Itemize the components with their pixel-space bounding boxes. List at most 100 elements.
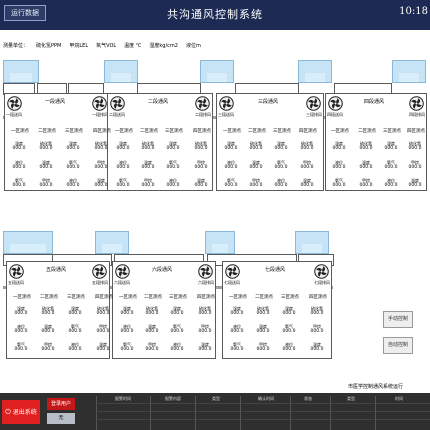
sensor-c: 液位 000.0 xyxy=(270,178,292,188)
sensor-a: 硫化氢 000.0 xyxy=(194,306,216,316)
sensor-value: 000.0 xyxy=(66,146,80,151)
sensor-a: 硫化氢 000.0 xyxy=(404,141,426,151)
supply-fan-label: 三段送风 xyxy=(218,112,234,117)
sensor-value: 000.0 xyxy=(170,311,184,316)
sensor-a: 湿度 000.0 xyxy=(162,141,184,151)
auto-control-button[interactable]: 自动控制 xyxy=(383,337,413,354)
sensor-value: 000.0 xyxy=(310,329,324,334)
sensor-value: 000.0 xyxy=(41,347,55,352)
sensor-b: 甲烷 000.0 xyxy=(90,160,112,170)
sensor-b: 氧气 000.0 xyxy=(162,160,184,170)
exhaust-fan-icon[interactable] xyxy=(195,96,210,111)
status-ticker: 市医学控制通风系统运行 xyxy=(348,384,404,390)
sensor-value: 000.0 xyxy=(198,329,212,334)
sensor-a: 硫化氢 000.0 xyxy=(35,141,57,151)
supply-fan-icon[interactable] xyxy=(9,264,24,279)
sensor-value: 000.0 xyxy=(408,165,422,170)
sensor-value: 000.0 xyxy=(120,329,134,334)
sensor-c: 液位 000.0 xyxy=(380,178,402,188)
login-user-button[interactable]: 登录用户 xyxy=(47,398,75,410)
alarm-divider xyxy=(96,403,430,404)
unit-h2s: 硫化氢PPM xyxy=(36,43,62,49)
unit-label: 测量单位： xyxy=(3,43,29,49)
exit-system-button[interactable]: ⏻ 退出系统 xyxy=(2,400,40,424)
vent-shaft xyxy=(10,244,46,253)
sensor-a: 硫化氢 000.0 xyxy=(141,306,163,316)
sensor-value: 000.0 xyxy=(170,347,184,352)
section-title: 三段通风 xyxy=(258,99,279,105)
section-title: 四段通风 xyxy=(364,99,385,105)
supply-fan-icon[interactable] xyxy=(115,264,130,279)
sensor-value: 000.0 xyxy=(96,311,110,316)
sensor-value: 000.0 xyxy=(41,311,55,316)
exhaust-fan-icon[interactable] xyxy=(306,96,321,111)
unit-o2: 氧气VOL xyxy=(96,43,117,49)
zone-header: 四区测点 xyxy=(93,129,111,134)
supply-fan-label: 四段送风 xyxy=(327,112,343,117)
sensor-value: 000.0 xyxy=(408,146,422,151)
vent-shaft xyxy=(10,73,32,82)
sensor-a: 湿度 000.0 xyxy=(220,141,242,151)
sensor-value: 000.0 xyxy=(68,329,82,334)
zone-header: 一区测点 xyxy=(119,295,137,300)
sensor-value: 000.0 xyxy=(384,146,398,151)
sensor-c: 氧气 000.0 xyxy=(226,342,248,352)
sensor-value: 000.0 xyxy=(96,329,110,334)
sensor-a: 湿度 000.0 xyxy=(116,306,138,316)
supply-fan-icon[interactable] xyxy=(110,96,125,111)
zone-header: 三区测点 xyxy=(169,295,187,300)
sensor-a: 湿度 000.0 xyxy=(8,141,30,151)
sensor-c: 甲烷 000.0 xyxy=(137,178,159,188)
sensor-value: 000.0 xyxy=(249,146,263,151)
sensor-b: 液位 000.0 xyxy=(10,324,32,334)
sensor-b: 甲烷 000.0 xyxy=(404,160,426,170)
zone-header: 四区测点 xyxy=(95,295,113,300)
unit-level: 液位m xyxy=(185,43,201,49)
supply-fan-icon[interactable] xyxy=(225,264,240,279)
sensor-b: 液位 000.0 xyxy=(116,324,138,334)
supply-fan-icon[interactable] xyxy=(328,96,343,111)
alarm-divider xyxy=(96,411,430,412)
sensor-value: 000.0 xyxy=(116,165,130,170)
sensor-value: 000.0 xyxy=(224,183,238,188)
sensor-c: 液位 000.0 xyxy=(62,178,84,188)
sensor-b: 甲烷 000.0 xyxy=(190,160,212,170)
exhaust-fan-icon[interactable] xyxy=(198,264,213,279)
sensor-value: 000.0 xyxy=(359,146,373,151)
current-user: 无 xyxy=(47,413,75,424)
exhaust-fan-icon[interactable] xyxy=(92,264,107,279)
supply-fan-icon[interactable] xyxy=(219,96,234,111)
sensor-b: 氧气 000.0 xyxy=(166,324,188,334)
sensor-value: 000.0 xyxy=(224,165,238,170)
zone-header: 一区测点 xyxy=(331,129,349,134)
sensor-value: 000.0 xyxy=(194,183,208,188)
exhaust-fan-label: 四段排风 xyxy=(409,112,425,117)
exhaust-fan-label: 五段排风 xyxy=(92,280,108,285)
section-title: 七段通风 xyxy=(265,267,286,273)
exit-label: 退出系统 xyxy=(12,409,37,416)
sensor-b: 甲烷 000.0 xyxy=(194,324,216,334)
exhaust-fan-icon[interactable] xyxy=(409,96,424,111)
top-vent-3 xyxy=(298,60,332,83)
unit-ch4: 甲烷LEL xyxy=(69,43,89,49)
manual-control-button[interactable]: 手动控制 xyxy=(383,311,413,328)
sensor-value: 000.0 xyxy=(282,329,296,334)
sensor-c: 甲烷 000.0 xyxy=(355,178,377,188)
sensor-c: 液位 000.0 xyxy=(278,342,300,352)
exhaust-fan-icon[interactable] xyxy=(92,96,107,111)
zone-header: 二区测点 xyxy=(38,129,56,134)
supply-fan-icon[interactable] xyxy=(7,96,22,111)
exhaust-fan-icon[interactable] xyxy=(314,264,329,279)
sensor-value: 000.0 xyxy=(282,311,296,316)
sensor-value: 000.0 xyxy=(12,183,26,188)
sensor-a: 湿度 000.0 xyxy=(226,306,248,316)
sensor-a: 硫化氢 000.0 xyxy=(37,306,59,316)
alarm-col-divider xyxy=(240,396,241,430)
vent-shaft xyxy=(102,244,122,253)
sensor-c: 温度 000.0 xyxy=(90,178,112,188)
sensor-value: 000.0 xyxy=(300,165,314,170)
sensor-c: 甲烷 000.0 xyxy=(141,342,163,352)
sensor-c: 氧气 000.0 xyxy=(10,342,32,352)
sensor-a: 湿度 000.0 xyxy=(278,306,300,316)
bottom-vent-2 xyxy=(205,231,235,254)
